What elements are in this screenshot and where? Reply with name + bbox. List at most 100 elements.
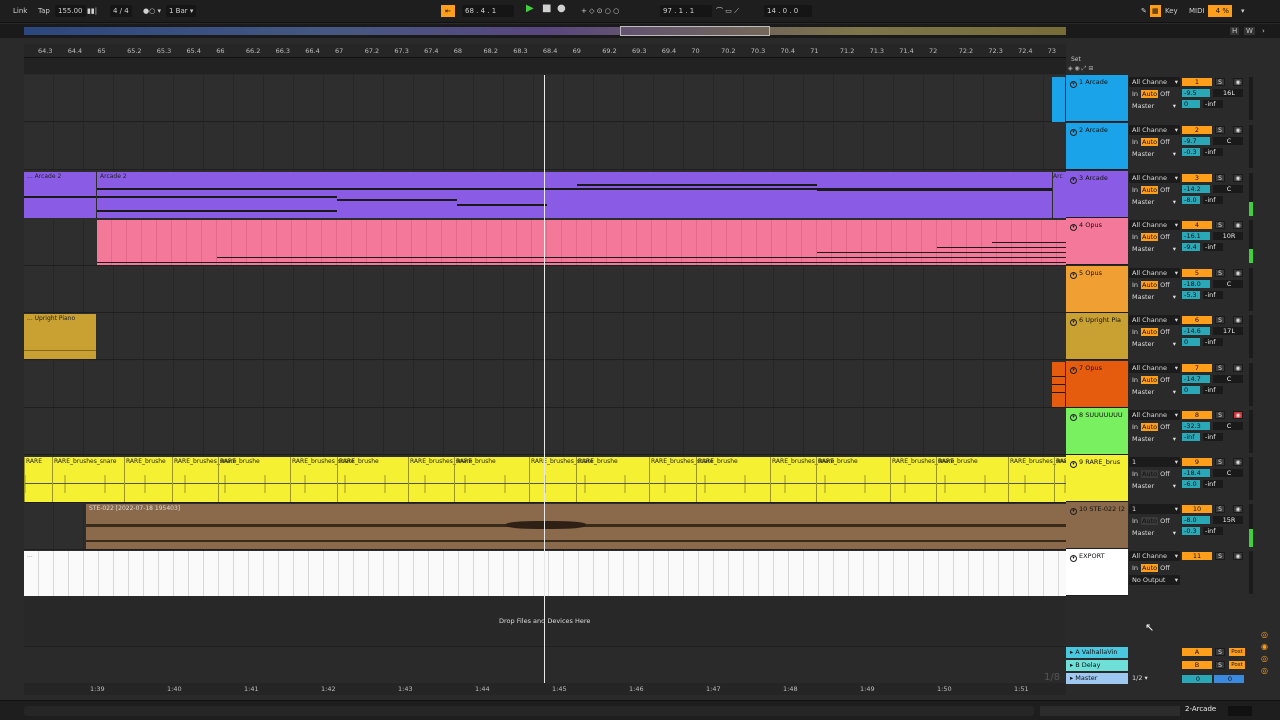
pan-field[interactable]: C bbox=[1213, 280, 1243, 288]
monitor-off[interactable]: Off bbox=[1160, 90, 1170, 98]
tap-button[interactable]: Tap bbox=[35, 5, 53, 17]
send-a-field[interactable]: 0 bbox=[1182, 386, 1200, 394]
track-activator[interactable]: 5 bbox=[1182, 269, 1212, 277]
monitor-auto[interactable]: Auto bbox=[1141, 470, 1159, 478]
volume-field[interactable]: -18.4 bbox=[1182, 469, 1210, 477]
arm-icon[interactable]: ◉ bbox=[1233, 78, 1243, 86]
record-arm-icon[interactable]: ◎ bbox=[1261, 630, 1268, 639]
volume-field[interactable]: -14.6 bbox=[1182, 327, 1210, 335]
monitor-off[interactable]: Off bbox=[1160, 470, 1170, 478]
monitor-auto[interactable]: Auto bbox=[1141, 90, 1159, 98]
track-header[interactable]: ▾ 8 SUUUUUUU bbox=[1066, 408, 1128, 455]
input-select[interactable]: All Channe ▾ bbox=[1129, 363, 1180, 373]
horizontal-scrollbar[interactable] bbox=[1040, 706, 1180, 716]
solo-button[interactable]: S bbox=[1215, 126, 1225, 134]
pan-field[interactable]: 17L bbox=[1213, 327, 1243, 335]
track-lane[interactable] bbox=[24, 266, 1066, 313]
pan-field[interactable]: C bbox=[1213, 375, 1243, 383]
output-select[interactable]: Master ▾ bbox=[1129, 197, 1180, 207]
fold-icon[interactable]: ▾ bbox=[1070, 272, 1077, 279]
monitor-auto[interactable]: Auto bbox=[1141, 233, 1159, 241]
monitor-off[interactable]: Off bbox=[1160, 233, 1170, 241]
track-header[interactable]: ▾ 4 Opus bbox=[1066, 218, 1128, 265]
output-select[interactable]: Master ▾ bbox=[1129, 481, 1180, 491]
arm-icon[interactable]: ◉ bbox=[1233, 174, 1243, 182]
metronome-toggle-icon[interactable]: ●○ ▾ bbox=[140, 5, 164, 17]
monitor-in[interactable]: In bbox=[1132, 90, 1138, 98]
send-a-field[interactable]: -8.0 bbox=[1182, 196, 1200, 204]
output-select[interactable]: No Output ▾ bbox=[1129, 575, 1180, 585]
monitor-auto[interactable]: Auto bbox=[1141, 564, 1159, 572]
loop-length-field[interactable]: 14 . 0 . 0 bbox=[764, 5, 812, 17]
monitor-off[interactable]: Off bbox=[1160, 281, 1170, 289]
arm-icon[interactable]: ◉ bbox=[1233, 458, 1243, 466]
send-a-field[interactable]: -9.4 bbox=[1182, 243, 1200, 251]
monitor-auto[interactable]: Auto bbox=[1141, 138, 1159, 146]
track-header[interactable]: ▾ 10 STE-022 (2 bbox=[1066, 502, 1128, 549]
monitor-off[interactable]: Off bbox=[1160, 376, 1170, 384]
monitor-in[interactable]: In bbox=[1132, 517, 1138, 525]
fold-icon[interactable]: ▾ bbox=[1070, 367, 1077, 374]
send-b-field[interactable]: -inf bbox=[1203, 100, 1223, 108]
fold-icon[interactable]: ▾ bbox=[1070, 319, 1077, 326]
monitor-off[interactable]: Off bbox=[1160, 138, 1170, 146]
play-icon[interactable]: ▶ bbox=[523, 3, 537, 15]
beat-ruler[interactable]: 64.3 64.4 65 65.2 65.3 65.4 66 66.2 66.3 66.4 67 67… bbox=[24, 44, 1066, 58]
send-a-field[interactable]: 0 bbox=[1182, 338, 1200, 346]
track-activator[interactable]: 1 bbox=[1182, 78, 1212, 86]
track-activator[interactable]: 2 bbox=[1182, 126, 1212, 134]
send-a-field[interactable]: -0.3 bbox=[1182, 148, 1200, 156]
arrangement-view[interactable]: ... Arcade 2 Arcade 2 Arc ... Upright Pi… bbox=[24, 75, 1066, 596]
return-activator[interactable]: A bbox=[1182, 648, 1212, 656]
monitor-off[interactable]: Off bbox=[1160, 186, 1170, 194]
post-button[interactable]: Post bbox=[1229, 648, 1245, 656]
send-b-field[interactable]: -inf bbox=[1203, 196, 1223, 204]
monitor-in[interactable]: In bbox=[1132, 138, 1138, 146]
fold-icon[interactable]: ▾ bbox=[1070, 129, 1077, 136]
overdub-icon[interactable]: + ◇ ⊙ ○ ○ bbox=[578, 5, 622, 17]
track-activator[interactable]: 4 bbox=[1182, 221, 1212, 229]
arm-icon[interactable]: ◉ bbox=[1233, 316, 1243, 324]
pan-field[interactable]: 15R bbox=[1213, 516, 1243, 524]
solo-icon[interactable]: ◉ bbox=[1261, 642, 1268, 651]
stop-icon[interactable]: ■ bbox=[539, 3, 554, 15]
send-a-field[interactable]: 0 bbox=[1182, 100, 1200, 108]
midi-clip[interactable]: Arcade 2 bbox=[97, 172, 1052, 218]
loop-start-field[interactable]: 97 . 1 . 1 bbox=[660, 5, 712, 17]
solo-button[interactable]: S bbox=[1215, 364, 1225, 372]
track-lane[interactable] bbox=[24, 408, 1066, 455]
solo-button[interactable]: S bbox=[1215, 458, 1225, 466]
volume-field[interactable]: -8.0 bbox=[1182, 516, 1210, 524]
track-header[interactable]: ▾ 2 Arcade bbox=[1066, 123, 1128, 170]
monitor-auto[interactable]: Auto bbox=[1141, 423, 1159, 431]
monitor-auto[interactable]: Auto bbox=[1141, 186, 1159, 194]
track-activator[interactable]: 7 bbox=[1182, 364, 1212, 372]
arrangement-overview[interactable]: H W › bbox=[0, 24, 1280, 38]
send-a-field[interactable]: -0.3 bbox=[1182, 527, 1200, 535]
output-select[interactable]: Master ▾ bbox=[1129, 244, 1180, 254]
fold-icon[interactable]: ▸ bbox=[1070, 661, 1073, 669]
monitor-auto[interactable]: Auto bbox=[1141, 328, 1159, 336]
quantize-select[interactable]: 1 Bar ▾ bbox=[166, 5, 197, 17]
arm-icon[interactable]: ◉ bbox=[1233, 552, 1243, 560]
track-header[interactable]: ▾ EXPORT bbox=[1066, 549, 1128, 596]
track-lane[interactable] bbox=[24, 75, 1066, 122]
pan-field[interactable]: C bbox=[1213, 137, 1243, 145]
input-select[interactable]: All Channe ▾ bbox=[1129, 268, 1180, 278]
monitor-in[interactable]: In bbox=[1132, 564, 1138, 572]
track-activator[interactable]: 6 bbox=[1182, 316, 1212, 324]
return-track-header[interactable]: ▸ A ValhallaVin bbox=[1066, 647, 1128, 658]
fold-icon[interactable]: ▾ bbox=[1070, 81, 1077, 88]
track-activator[interactable]: 9 bbox=[1182, 458, 1212, 466]
output-select[interactable]: Master ▾ bbox=[1129, 528, 1180, 538]
pan-field[interactable]: 16L bbox=[1213, 89, 1243, 97]
track-controls-icon[interactable]: ◈ ◉ ⤢ ⊞ bbox=[1068, 65, 1093, 73]
track-activator[interactable]: 10 bbox=[1182, 505, 1212, 513]
post-button[interactable]: Post bbox=[1229, 661, 1245, 669]
track-lane[interactable] bbox=[24, 361, 1066, 408]
input-select[interactable]: 1 ▾ bbox=[1129, 457, 1180, 467]
midi-clip[interactable]: Arc bbox=[1053, 172, 1066, 218]
volume-field[interactable]: -14.2 bbox=[1182, 185, 1210, 193]
track-header[interactable]: ▾ 7 Opus bbox=[1066, 361, 1128, 408]
time-ruler[interactable]: 1:39 1:40 1:41 1:42 1:43 1:44 1:45 1:46 1:47 1:48… bbox=[24, 683, 1066, 695]
